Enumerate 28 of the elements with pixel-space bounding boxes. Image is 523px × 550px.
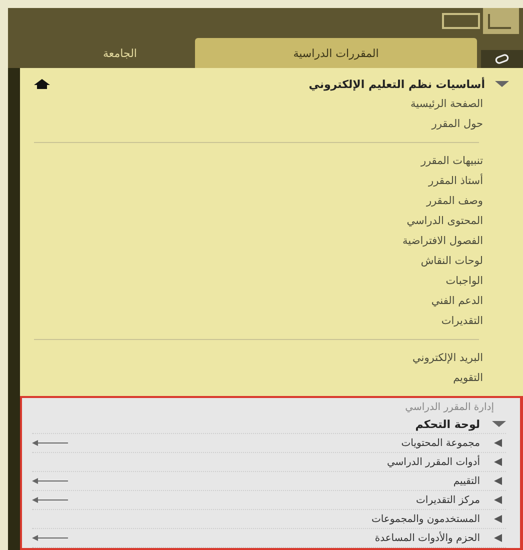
menu-item[interactable]: البريد الإلكتروني: [412, 348, 509, 368]
menu-item[interactable]: تنبيهات المقرر: [420, 151, 509, 171]
menu-item[interactable]: المستخدمون والمجموعات: [371, 514, 480, 524]
tab[interactable]: المقررات الدراسية: [195, 38, 477, 68]
menu-item[interactable]: مجموعة المحتويات: [401, 438, 480, 448]
panel-title[interactable]: لوحة التحكم: [415, 418, 480, 430]
menu-item[interactable]: لوحات النقاش: [420, 251, 509, 271]
link-icon[interactable]: [495, 54, 509, 64]
menu-item[interactable]: أدوات المقرر الدراسي: [386, 456, 480, 468]
course-title[interactable]: أساسيات نظم التعليم الإلكتروني: [60, 78, 485, 90]
menu-item[interactable]: التقويم: [453, 368, 509, 388]
menu-item[interactable]: الصفحة الرئيسية: [410, 94, 509, 114]
menu-item[interactable]: التقديرات: [441, 311, 509, 331]
menu-item[interactable]: الحزم والأدوات المساعدة: [374, 532, 480, 544]
tab[interactable]: الجامعة: [45, 38, 195, 68]
caret-icon[interactable]: [495, 80, 509, 88]
menu-item[interactable]: أستاذ المقرر: [428, 171, 509, 191]
section-heading: إدارة المقرر الدراسي: [405, 401, 495, 415]
menu-item[interactable]: التقييم: [453, 476, 480, 486]
home-icon[interactable]: [34, 79, 50, 89]
menu-item[interactable]: الواجبات: [446, 271, 509, 291]
menu-item[interactable]: حول المقرر: [432, 114, 509, 134]
menu-item[interactable]: مركز التقديرات: [416, 494, 480, 506]
menu-item[interactable]: الدعم الفني: [431, 291, 509, 311]
menu-item[interactable]: وصف المقرر: [426, 191, 509, 211]
menu-item[interactable]: المحتوى الدراسي: [406, 211, 509, 231]
caret-icon[interactable]: [492, 420, 506, 428]
menu-item[interactable]: الفصول الافتراضية: [402, 231, 509, 251]
